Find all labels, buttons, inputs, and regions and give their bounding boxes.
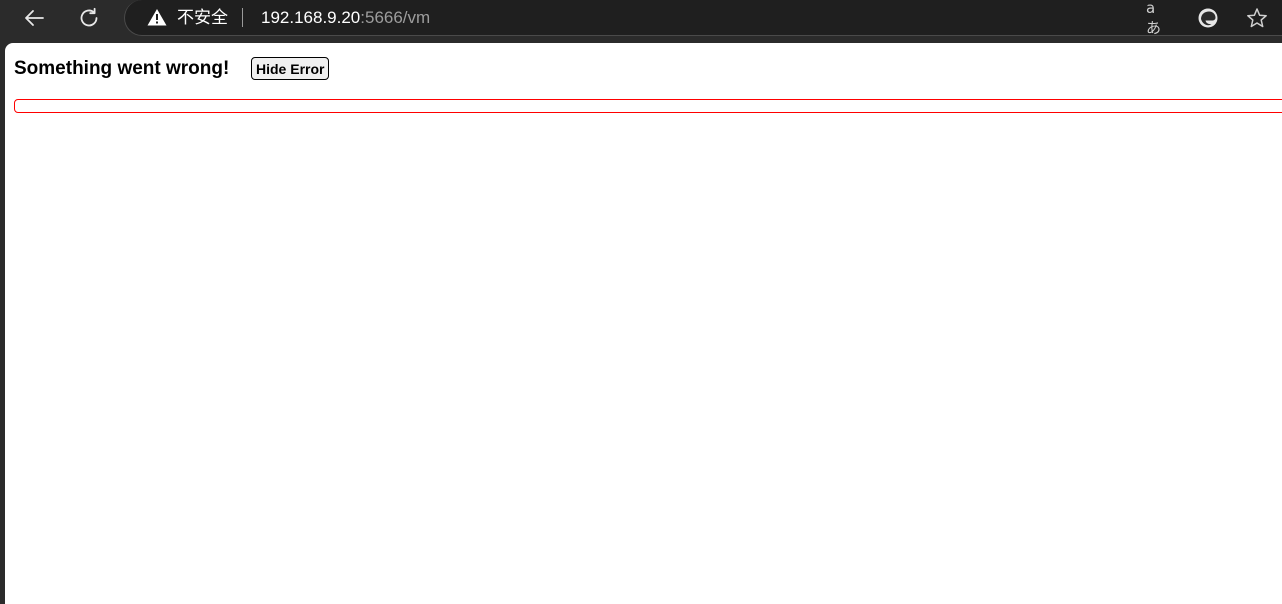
warning-triangle-icon[interactable] bbox=[147, 8, 167, 26]
browser-toolbar: 不安全 192.168.9.20:5666/vm aあ bbox=[0, 0, 1282, 42]
page-viewport: Something went wrong! Hide Error bbox=[5, 43, 1282, 604]
hide-error-button[interactable]: Hide Error bbox=[251, 57, 330, 80]
url-host: 192.168.9.20 bbox=[261, 8, 361, 27]
security-status-label[interactable]: 不安全 bbox=[177, 7, 228, 29]
star-icon[interactable] bbox=[1245, 6, 1269, 30]
address-bar[interactable]: 不安全 192.168.9.20:5666/vm bbox=[124, 0, 1282, 36]
error-details-box bbox=[14, 99, 1282, 113]
edge-logo-icon[interactable] bbox=[1196, 6, 1220, 30]
url-path: :5666/vm bbox=[360, 8, 431, 27]
read-aloud-icon[interactable]: aあ bbox=[1146, 0, 1170, 37]
back-button[interactable] bbox=[18, 4, 50, 32]
error-title: Something went wrong! bbox=[14, 58, 230, 79]
url-text[interactable]: 192.168.9.20:5666/vm bbox=[261, 8, 430, 28]
reload-button[interactable] bbox=[73, 4, 105, 32]
back-arrow-icon bbox=[25, 10, 44, 26]
reload-icon bbox=[80, 7, 98, 27]
address-separator bbox=[242, 8, 243, 27]
